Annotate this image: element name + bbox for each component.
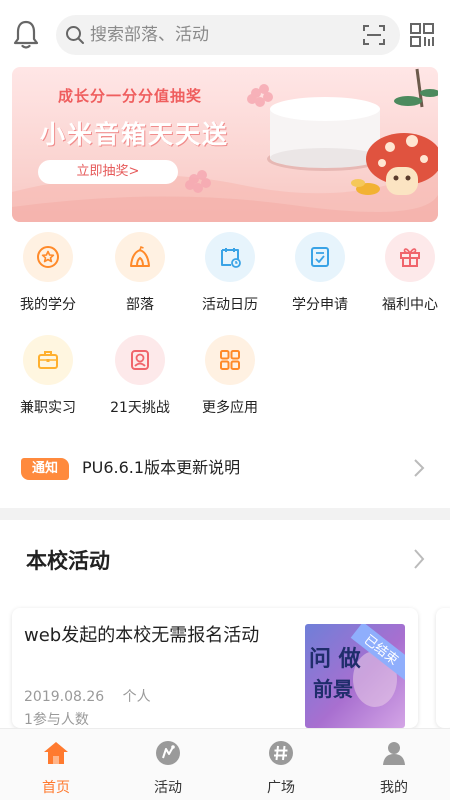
activity-meta: 2019.08.26 个人 (24, 686, 165, 706)
shortcut-label: 兼职实习 (20, 400, 76, 416)
bottom-tab-bar: 首页 活动 广场 我的 (0, 728, 450, 800)
user-icon (383, 742, 405, 765)
briefcase-icon (38, 351, 58, 369)
activity-participants: 1参与人数 (24, 712, 89, 728)
activity-organizer: 个人 (122, 689, 151, 705)
checklist-icon (311, 247, 329, 267)
shortcut-icon-bg (205, 232, 255, 282)
tab-label: 广场 (267, 780, 295, 796)
notice-text: PU6.6.1版本更新说明 (82, 458, 241, 477)
calendar-icon (221, 248, 241, 268)
tab-square[interactable]: 广场 (225, 729, 337, 800)
shortcut-tribe[interactable]: 部落 (95, 232, 185, 328)
activity-icon (156, 741, 180, 765)
hashtag-icon (269, 741, 293, 765)
apps-grid-icon (220, 350, 240, 370)
shortcut-icon-bg (115, 232, 165, 282)
gift-icon (400, 248, 420, 267)
tab-mine[interactable]: 我的 (338, 729, 450, 800)
tab-home[interactable]: 首页 (0, 729, 112, 800)
banner-speaker-mushroom-art (185, 68, 438, 195)
shortcut-icon-bg (385, 232, 435, 282)
shortcut-more-apps[interactable]: 更多应用 (185, 335, 275, 431)
promo-banner[interactable]: 成长分一分分值抽奖 小米音箱天天送 立即抽奖> (12, 67, 438, 222)
shortcut-label: 活动日历 (202, 297, 258, 313)
activity-card[interactable]: web发起的本校无需报名活动 2019.08.26 个人 1参与人数 问 做 前… (12, 608, 418, 728)
qr-code-icon[interactable] (409, 22, 435, 48)
thumbnail-text-2: 前景 (313, 677, 353, 701)
star-badge-icon (37, 246, 59, 268)
activity-card-next-peek[interactable] (436, 608, 450, 728)
search-icon (66, 26, 84, 44)
tent-icon (130, 245, 150, 267)
activity-date: 2019.08.26 (24, 689, 105, 705)
tab-label: 活动 (154, 780, 182, 796)
notice-tag: 通知 (21, 458, 69, 480)
shortcut-21-day-challenge[interactable]: 21天挑战 (95, 335, 185, 431)
bell-icon[interactable] (12, 18, 40, 50)
home-icon (44, 742, 68, 764)
shortcut-icon-bg (23, 335, 73, 385)
shortcut-activity-calendar[interactable]: 活动日历 (185, 232, 275, 328)
shortcut-label: 学分申请 (292, 297, 348, 313)
chevron-right-icon[interactable] (412, 548, 426, 570)
shortcut-label: 更多应用 (202, 400, 258, 416)
section-divider (0, 508, 450, 520)
tab-label: 首页 (42, 780, 70, 796)
challenge-icon (131, 350, 149, 370)
shortcut-icon-bg (23, 232, 73, 282)
search-placeholder: 搜索部落、活动 (90, 25, 209, 45)
scan-icon[interactable] (362, 24, 386, 46)
activity-thumbnail: 问 做 前景 已结束 (305, 624, 405, 728)
activity-thumbnail-art: 问 做 前景 已结束 (305, 624, 405, 728)
shortcut-credit-application[interactable]: 学分申请 (275, 232, 365, 328)
shortcut-label: 福利中心 (382, 297, 438, 313)
notice-bar[interactable]: 通知 PU6.6.1版本更新说明 (0, 448, 450, 488)
shortcut-label: 部落 (126, 297, 154, 313)
shortcut-part-time-internship[interactable]: 兼职实习 (3, 335, 93, 431)
activity-title: web发起的本校无需报名活动 (24, 625, 260, 646)
tab-label: 我的 (380, 780, 408, 796)
shortcut-label: 21天挑战 (110, 400, 170, 416)
chevron-right-icon (414, 459, 425, 477)
shortcut-welfare-center[interactable]: 福利中心 (365, 232, 450, 328)
shortcut-label: 我的学分 (20, 297, 76, 313)
tab-activity[interactable]: 活动 (112, 729, 224, 800)
top-bar: 搜索部落、活动 (0, 0, 450, 66)
shortcut-icon-bg (295, 232, 345, 282)
shortcut-icon-bg (205, 335, 255, 385)
banner-cta-button[interactable]: 立即抽奖> (38, 160, 178, 184)
search-bar[interactable]: 搜索部落、活动 (56, 15, 400, 55)
thumbnail-text-1: 问 做 (309, 646, 362, 672)
shortcut-icon-bg (115, 335, 165, 385)
shortcut-my-credits[interactable]: 我的学分 (3, 232, 93, 328)
section-title: 本校活动 (26, 549, 110, 573)
